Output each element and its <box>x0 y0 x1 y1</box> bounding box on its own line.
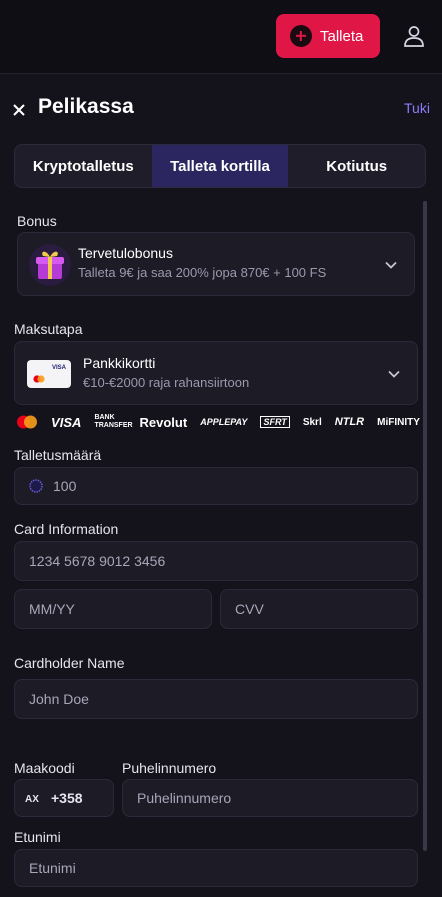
close-icon[interactable] <box>12 103 26 117</box>
card-number-placeholder: 1234 5678 9012 3456 <box>29 553 166 569</box>
country-code-value: +358 <box>51 790 83 806</box>
card-image: VISA <box>27 360 71 388</box>
payment-method-name: Pankkikortti <box>83 355 156 371</box>
payment-method-label: Maksutapa <box>14 321 83 337</box>
first-name-input[interactable]: Etunimi <box>14 849 418 887</box>
revolut-logo: Revolut <box>139 414 188 430</box>
euro-coin-icon <box>29 479 43 493</box>
tab-crypto-deposit[interactable]: Kryptotalletus <box>15 145 152 187</box>
deposit-button[interactable]: Talleta <box>276 14 380 58</box>
bank-transfer-logo: BANK TRANSFER <box>94 414 133 429</box>
tab-card-deposit[interactable]: Talleta kortilla <box>151 145 289 187</box>
payment-method-select[interactable]: VISA Pankkikortti €10-€2000 raja rahansi… <box>14 341 418 405</box>
chevron-down-icon <box>385 261 397 269</box>
applepay-logo: APPLEPAY <box>200 417 248 427</box>
payment-logos: VISA BANK TRANSFER Revolut APPLEPAY SFRT… <box>16 411 420 433</box>
top-bar: Talleta <box>0 0 442 74</box>
country-iso: AX <box>25 794 39 805</box>
neteller-logo: NTLR <box>334 416 365 428</box>
card-brand: VISA <box>51 365 66 371</box>
cvv-input[interactable]: CVV <box>220 589 418 629</box>
amount-label: Talletusmäärä <box>14 447 102 463</box>
plus-icon <box>290 25 312 47</box>
bonus-name: Tervetulobonus <box>78 245 173 261</box>
cvv-placeholder: CVV <box>235 601 264 617</box>
country-code-select[interactable]: AX +358 <box>14 779 114 817</box>
card-information-label: Card Information <box>14 521 119 537</box>
tab-withdrawal[interactable]: Kotiutus <box>288 145 425 187</box>
cardholder-name-placeholder: John Doe <box>29 691 89 707</box>
visa-logo: VISA <box>51 414 82 430</box>
gift-icon <box>29 244 71 286</box>
first-name-placeholder: Etunimi <box>29 860 76 876</box>
expiry-input[interactable]: MM/YY <box>14 589 212 629</box>
card-number-input[interactable]: 1234 5678 9012 3456 <box>14 541 418 581</box>
phone-number-label: Puhelinnumero <box>122 760 217 776</box>
cashier-tabs: Kryptotalletus Talleta kortilla Kotiutus <box>14 144 426 188</box>
first-name-label: Etunimi <box>14 829 61 845</box>
bonus-description: Talleta 9€ ja saa 200% jopa 870€ + 100 F… <box>78 265 327 280</box>
cashier-panel: Pelikassa Tuki Kryptotalletus Talleta ko… <box>0 75 442 897</box>
deposit-button-label: Talleta <box>320 27 364 45</box>
chevron-down-icon <box>388 370 400 378</box>
amount-value: 100 <box>53 478 77 494</box>
phone-number-placeholder: Puhelinnumero <box>137 790 232 806</box>
user-icon[interactable] <box>402 24 426 48</box>
bonus-label: Bonus <box>17 213 57 229</box>
help-link[interactable]: Tuki <box>404 100 430 116</box>
amount-input[interactable]: 100 <box>14 467 418 505</box>
panel-title: Pelikassa <box>38 95 134 118</box>
mifinity-logo: MiFINITY <box>377 416 420 428</box>
payment-method-range: €10-€2000 raja rahansiirtoon <box>83 375 250 390</box>
expiry-placeholder: MM/YY <box>29 601 75 617</box>
phone-number-input[interactable]: Puhelinnumero <box>122 779 418 817</box>
scrollbar[interactable] <box>423 201 427 851</box>
cardholder-name-label: Cardholder Name <box>14 655 125 671</box>
mastercard-icon <box>33 375 45 383</box>
mastercard-logo-icon <box>17 415 37 429</box>
skrill-logo: Skrl <box>302 416 322 428</box>
sfrt-logo: SFRT <box>260 416 290 428</box>
cardholder-name-input[interactable]: John Doe <box>14 679 418 719</box>
country-code-label: Maakoodi <box>14 760 75 776</box>
bonus-select[interactable]: Tervetulobonus Talleta 9€ ja saa 200% jo… <box>17 232 415 296</box>
